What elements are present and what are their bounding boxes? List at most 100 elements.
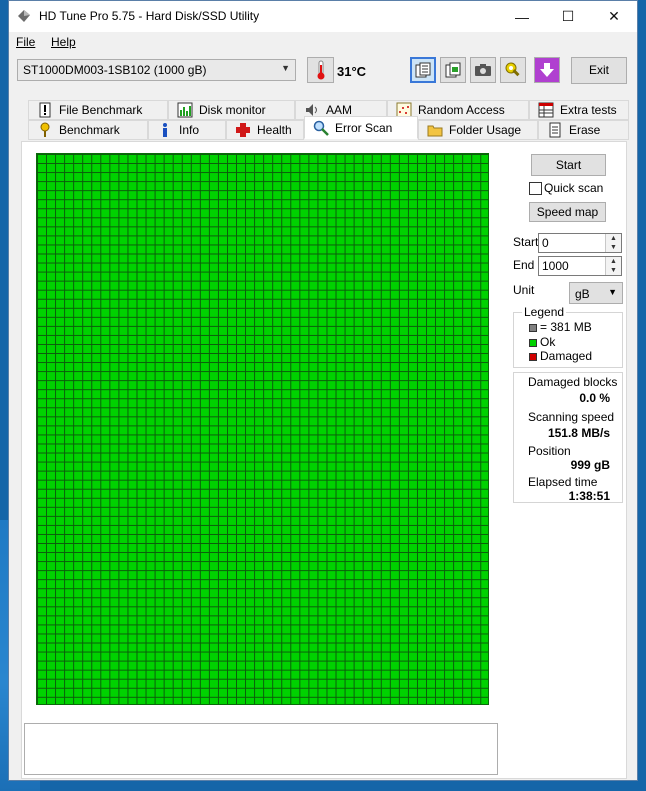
- exclamation-doc-icon: [39, 102, 51, 118]
- spinner-arrows[interactable]: ▲ ▼: [605, 257, 621, 275]
- download-icon: [540, 63, 554, 77]
- save-button[interactable]: [534, 57, 560, 83]
- legend-ok-swatch: [529, 339, 537, 347]
- health-cross-icon: [236, 123, 250, 137]
- info-icon: [163, 123, 167, 137]
- tab-info[interactable]: Info: [148, 120, 226, 140]
- spin-down-icon: ▼: [610, 244, 617, 251]
- app-logo-icon: [18, 10, 30, 22]
- minimize-icon: —: [515, 8, 529, 25]
- temperature-button[interactable]: [307, 57, 334, 83]
- legend-title: Legend: [522, 305, 567, 319]
- close-icon: ✕: [608, 8, 620, 24]
- drive-select[interactable]: ST1000DM003-1SB102 (1000 gB) ▼: [17, 59, 296, 81]
- legend-ok-label: Ok: [540, 335, 556, 349]
- quick-scan-label: Quick scan: [544, 181, 604, 195]
- position-label: Position: [528, 444, 571, 458]
- spinner-arrows[interactable]: ▲ ▼: [605, 234, 621, 252]
- camera-icon: [475, 64, 491, 76]
- spin-up-icon: ▲: [610, 235, 617, 242]
- status-bar-clipped: [19, 775, 629, 780]
- app-window: HD Tune Pro 5.75 - Hard Disk/SSD Utility…: [8, 0, 638, 781]
- drive-select-value: ST1000DM003-1SB102 (1000 gB): [23, 63, 207, 77]
- copy-screen-button[interactable]: [440, 57, 466, 83]
- menu-bar: File Help: [9, 32, 637, 52]
- block-map-grid: [36, 153, 489, 705]
- quick-scan-checkbox[interactable]: [529, 182, 542, 195]
- window-title: HD Tune Pro 5.75 - Hard Disk/SSD Utility: [39, 9, 260, 23]
- exit-button[interactable]: Exit: [571, 57, 627, 84]
- exit-label: Exit: [588, 63, 609, 77]
- tab-error-scan[interactable]: Error Scan: [304, 116, 418, 139]
- start-button-label: Start: [555, 158, 582, 172]
- chevron-down-icon: ▼: [608, 287, 617, 297]
- tab-benchmark[interactable]: Benchmark: [28, 120, 148, 140]
- error-scan-panel: Start Quick scan Speed map Start 0 ▲ ▼ En…: [21, 141, 627, 779]
- legend-block-label: = 381 MB: [540, 320, 592, 334]
- screenshot-button[interactable]: [470, 57, 496, 83]
- tab-folder-usage[interactable]: Folder Usage: [418, 120, 538, 140]
- title-bar: HD Tune Pro 5.75 - Hard Disk/SSD Utility…: [9, 1, 637, 32]
- end-field-label: End: [513, 258, 535, 272]
- legend-damaged-swatch: [529, 353, 537, 361]
- unit-label: Unit: [513, 283, 535, 297]
- tab-label: Error Scan: [335, 120, 393, 135]
- unit-select[interactable]: gB ▼: [569, 282, 623, 304]
- end-field[interactable]: 1000 ▲ ▼: [538, 256, 622, 276]
- tab-label: Erase: [569, 123, 601, 137]
- scanning-speed-label: Scanning speed: [528, 410, 615, 424]
- tab-label: Health: [257, 123, 292, 137]
- tab-extra-tests[interactable]: Extra tests: [529, 100, 629, 120]
- toolbar: ST1000DM003-1SB102 (1000 gB) ▼ 31°C Exit: [9, 52, 637, 92]
- start-button[interactable]: Start: [531, 154, 606, 176]
- tab-label: File Benchmark: [59, 103, 143, 117]
- tab-bar: File Benchmark Disk monitor AAM Random A…: [9, 100, 637, 142]
- tab-disk-monitor[interactable]: Disk monitor: [168, 100, 295, 120]
- options-button[interactable]: [500, 57, 526, 83]
- tab-label: Extra tests: [560, 103, 617, 117]
- magnifier-icon: [313, 120, 329, 136]
- damaged-blocks-value: 0.0 %: [579, 391, 610, 405]
- copy-screen-icon: [445, 62, 461, 78]
- tab-label: AAM: [326, 103, 353, 117]
- tab-health[interactable]: Health: [226, 120, 304, 140]
- tab-label: Benchmark: [59, 123, 120, 137]
- tab-label: Folder Usage: [449, 123, 522, 137]
- thermometer-icon: [317, 60, 324, 80]
- elapsed-time-label: Elapsed time: [528, 475, 598, 489]
- maximize-icon: ☐: [561, 8, 575, 24]
- minimize-button[interactable]: —: [499, 1, 545, 32]
- tab-file-benchmark[interactable]: File Benchmark: [28, 100, 168, 120]
- tab-erase[interactable]: Erase: [538, 120, 629, 140]
- menu-help[interactable]: Help: [51, 35, 76, 49]
- start-field-value: 0: [542, 236, 549, 250]
- speed-map-button[interactable]: Speed map: [529, 202, 606, 222]
- copy-text-button[interactable]: [410, 57, 436, 83]
- end-field-value: 1000: [542, 259, 569, 273]
- erase-doc-icon: [549, 122, 561, 138]
- scan-stats-box: Damaged blocks 0.0 % Scanning speed 151.…: [513, 372, 623, 503]
- temperature-readout: 31°C: [337, 64, 367, 79]
- start-field[interactable]: 0 ▲ ▼: [538, 233, 622, 253]
- folder-icon: [427, 125, 443, 137]
- copy-text-icon: [415, 62, 431, 78]
- options-icon: [505, 62, 520, 77]
- exclamation-icon: [40, 122, 50, 137]
- scanning-speed-value: 151.8 MB/s: [547, 426, 610, 440]
- legend-damaged-label: Damaged: [540, 349, 593, 363]
- menu-file[interactable]: File: [16, 35, 35, 49]
- speed-map-label: Speed map: [536, 205, 599, 219]
- elapsed-time-value: 1:38:51: [568, 489, 610, 503]
- unit-select-value: gB: [575, 287, 590, 301]
- start-field-label: Start: [513, 235, 539, 249]
- monitor-chart-icon: [177, 102, 193, 118]
- maximize-button[interactable]: ☐: [545, 1, 591, 32]
- log-output-box[interactable]: [24, 723, 498, 775]
- tab-label: Disk monitor: [199, 103, 266, 117]
- legend-block-swatch: [529, 324, 537, 332]
- tab-label: Info: [179, 123, 200, 137]
- legend-box: Legend = 381 MB Ok Damaged: [513, 305, 623, 368]
- damaged-blocks-label: Damaged blocks: [528, 375, 618, 389]
- close-button[interactable]: ✕: [591, 1, 637, 32]
- tab-label: Random Access: [418, 103, 505, 117]
